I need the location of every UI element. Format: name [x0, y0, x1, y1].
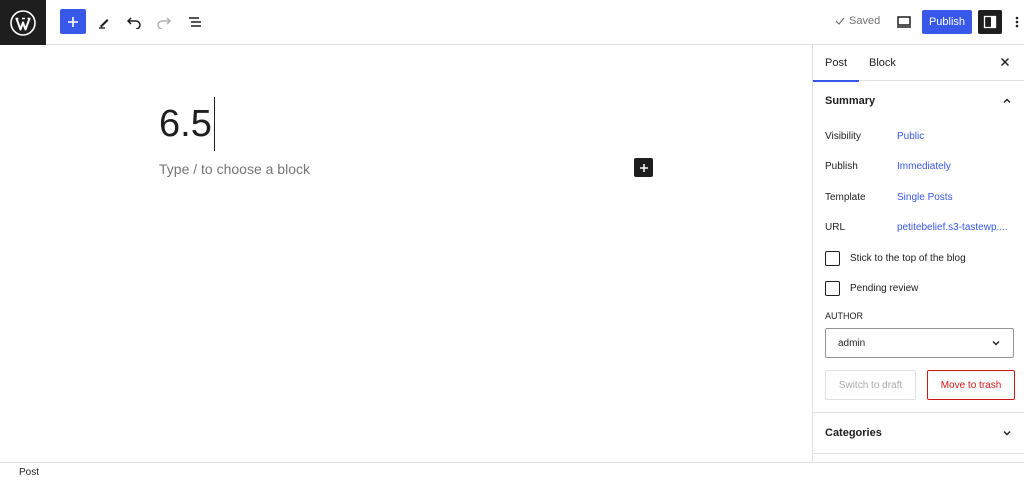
redo-icon [157, 17, 172, 29]
saved-status: Saved [835, 15, 880, 27]
plus-icon [639, 163, 648, 172]
author-label: AUTHOR [825, 311, 863, 321]
template-value[interactable]: Single Posts [897, 192, 953, 203]
close-icon [1001, 58, 1009, 66]
breadcrumb[interactable]: Post [19, 467, 39, 478]
publish-date-value[interactable]: Immediately [897, 161, 951, 172]
sidebar-tabs: Post Block [812, 45, 1024, 82]
document-overview-button[interactable] [182, 9, 208, 35]
sticky-option: Stick to the top of the blog [825, 251, 966, 266]
author-value: admin [838, 337, 866, 349]
preview-button[interactable] [891, 9, 917, 35]
add-block-button[interactable] [60, 9, 86, 34]
saved-label: Saved [849, 15, 881, 27]
undo-icon [126, 17, 141, 29]
text-caret [213, 97, 215, 151]
categories-panel-toggle[interactable]: Categories [813, 413, 1024, 453]
settings-button[interactable] [978, 10, 1002, 34]
chevron-up-icon [1003, 98, 1011, 103]
publish-button[interactable]: Publish [922, 10, 972, 34]
url-label: URL [825, 222, 846, 233]
editor-canvas[interactable]: 6.5 Type / to choose a block [0, 45, 812, 462]
editor-header: Saved Publish [0, 0, 1024, 45]
post-title[interactable]: 6.5 [159, 97, 215, 151]
settings-sidebar: Post Block Summary Visibility Public Pub… [812, 45, 1024, 462]
template-row: Template Single Posts [825, 192, 1020, 203]
editor-footer: Post [0, 462, 1024, 482]
options-button[interactable] [1010, 10, 1024, 34]
inline-add-block-button[interactable] [634, 158, 653, 177]
tab-block[interactable]: Block [869, 45, 896, 81]
undo-button[interactable] [121, 9, 147, 35]
url-row: URL petitebelief.s3-tastewp.... [825, 222, 1020, 233]
categories-heading: Categories [825, 427, 882, 439]
author-select[interactable]: admin [825, 328, 1014, 358]
publish-row: Publish Immediately [825, 161, 1020, 172]
template-label: Template [825, 192, 866, 203]
tools-button[interactable] [91, 9, 117, 35]
redo-button[interactable] [151, 9, 177, 35]
block-placeholder[interactable]: Type / to choose a block [159, 161, 310, 177]
visibility-row: Visibility Public [825, 131, 1020, 142]
post-title-text[interactable]: 6.5 [159, 103, 212, 146]
visibility-value[interactable]: Public [897, 131, 924, 142]
sidebar-toggle-icon [983, 15, 997, 29]
sticky-checkbox[interactable] [825, 251, 840, 266]
pending-review-checkbox[interactable] [825, 281, 840, 296]
visibility-label: Visibility [825, 131, 861, 142]
more-vertical-icon [1015, 16, 1019, 28]
move-to-trash-button[interactable]: Move to trash [927, 370, 1015, 400]
switch-to-draft-button[interactable]: Switch to draft [825, 370, 916, 400]
summary-heading: Summary [825, 95, 876, 107]
pencil-icon [99, 19, 109, 29]
pending-review-label[interactable]: Pending review [850, 283, 918, 294]
summary-panel-toggle[interactable]: Summary [813, 81, 1024, 121]
pending-review-option: Pending review [825, 281, 918, 296]
url-value[interactable]: petitebelief.s3-tastewp.... [897, 222, 1008, 233]
desktop-preview-icon [897, 16, 911, 28]
close-sidebar-button[interactable] [998, 55, 1012, 69]
chevron-down-icon [992, 341, 1000, 346]
chevron-down-icon [1003, 431, 1011, 436]
list-view-icon [189, 17, 201, 27]
panel-divider [813, 453, 1024, 454]
tab-post[interactable]: Post [812, 45, 860, 82]
publish-label: Publish [825, 161, 858, 172]
plus-icon [68, 16, 78, 27]
wordpress-logo-icon[interactable] [0, 0, 46, 45]
sticky-label[interactable]: Stick to the top of the blog [850, 253, 966, 264]
check-icon [835, 17, 845, 25]
